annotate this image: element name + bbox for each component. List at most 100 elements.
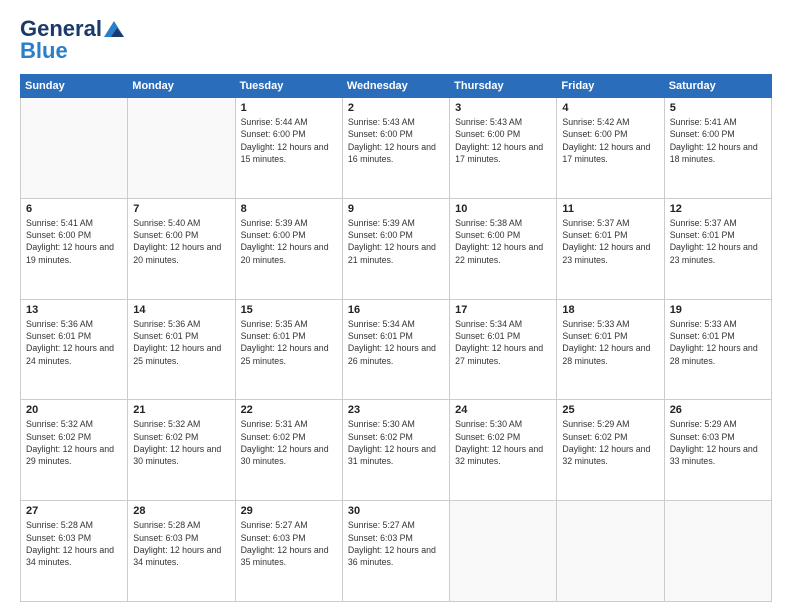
day-info: Sunrise: 5:40 AM Sunset: 6:00 PM Dayligh… [133, 217, 229, 266]
logo-triangle-icon [104, 19, 124, 39]
calendar-cell: 5 Sunrise: 5:41 AM Sunset: 6:00 PM Daylig… [664, 98, 771, 199]
calendar-table: SundayMondayTuesdayWednesdayThursdayFrid… [20, 74, 772, 602]
calendar-cell [664, 501, 771, 602]
logo-blue: Blue [20, 38, 68, 63]
calendar-cell: 25 Sunrise: 5:29 AM Sunset: 6:02 PM Dayli… [557, 400, 664, 501]
calendar-cell: 16Sunrise: 5:34 AM Sunset: 6:01 PM Dayli… [342, 299, 449, 400]
day-number: 7 [133, 203, 229, 215]
day-info: Sunrise: 5:34 AM Sunset: 6:01 PM Dayligh… [455, 318, 551, 367]
day-info: Sunrise: 5:43 AM Sunset: 6:00 PM Dayligh… [455, 116, 551, 165]
calendar-cell [450, 501, 557, 602]
day-number: 20 [26, 404, 122, 416]
calendar-cell: 26 Sunrise: 5:29 AM Sunset: 6:03 PM Dayli… [664, 400, 771, 501]
day-info: Sunrise: 5:43 AM Sunset: 6:00 PM Dayligh… [348, 116, 444, 165]
day-number: 17 [455, 304, 551, 316]
header: General Blue [20, 16, 772, 64]
day-info: Sunrise: 5:37 AM Sunset: 6:01 PM Dayligh… [670, 217, 766, 266]
calendar-cell: 9 Sunrise: 5:39 AM Sunset: 6:00 PM Daylig… [342, 198, 449, 299]
calendar-cell: 22 Sunrise: 5:31 AM Sunset: 6:02 PM Dayli… [235, 400, 342, 501]
day-info: Sunrise: 5:37 AM Sunset: 6:01 PM Dayligh… [562, 217, 658, 266]
calendar-cell: 21 Sunrise: 5:32 AM Sunset: 6:02 PM Dayli… [128, 400, 235, 501]
day-info: Sunrise: 5:32 AM Sunset: 6:02 PM Dayligh… [133, 418, 229, 467]
day-number: 8 [241, 203, 337, 215]
day-number: 27 [26, 505, 122, 517]
day-number: 1 [241, 102, 337, 114]
day-info: Sunrise: 5:31 AM Sunset: 6:02 PM Dayligh… [241, 418, 337, 467]
day-number: 4 [562, 102, 658, 114]
day-number: 13 [26, 304, 122, 316]
calendar-cell: 23 Sunrise: 5:30 AM Sunset: 6:02 PM Dayli… [342, 400, 449, 501]
calendar-cell: 7 Sunrise: 5:40 AM Sunset: 6:00 PM Daylig… [128, 198, 235, 299]
calendar-week-row: 6Sunrise: 5:41 AM Sunset: 6:00 PM Daylig… [21, 198, 772, 299]
calendar-cell: 6Sunrise: 5:41 AM Sunset: 6:00 PM Daylig… [21, 198, 128, 299]
day-number: 5 [670, 102, 766, 114]
day-number: 18 [562, 304, 658, 316]
calendar-cell: 1 Sunrise: 5:44 AM Sunset: 6:00 PM Daylig… [235, 98, 342, 199]
day-info: Sunrise: 5:39 AM Sunset: 6:00 PM Dayligh… [348, 217, 444, 266]
calendar-cell: 8 Sunrise: 5:39 AM Sunset: 6:00 PM Daylig… [235, 198, 342, 299]
weekday-header: Tuesday [235, 75, 342, 98]
calendar-cell: 17 Sunrise: 5:34 AM Sunset: 6:01 PM Dayli… [450, 299, 557, 400]
day-number: 9 [348, 203, 444, 215]
day-info: Sunrise: 5:33 AM Sunset: 6:01 PM Dayligh… [670, 318, 766, 367]
day-number: 29 [241, 505, 337, 517]
day-number: 16 [348, 304, 444, 316]
day-info: Sunrise: 5:33 AM Sunset: 6:01 PM Dayligh… [562, 318, 658, 367]
day-number: 23 [348, 404, 444, 416]
day-number: 14 [133, 304, 229, 316]
calendar-cell: 15Sunrise: 5:35 AM Sunset: 6:01 PM Dayli… [235, 299, 342, 400]
weekday-header: Monday [128, 75, 235, 98]
page: General Blue SundayMondayTuesdayWednesda… [0, 0, 792, 612]
calendar-cell: 11 Sunrise: 5:37 AM Sunset: 6:01 PM Dayli… [557, 198, 664, 299]
day-info: Sunrise: 5:29 AM Sunset: 6:03 PM Dayligh… [670, 418, 766, 467]
day-info: Sunrise: 5:28 AM Sunset: 6:03 PM Dayligh… [133, 519, 229, 568]
day-number: 25 [562, 404, 658, 416]
weekday-header: Sunday [21, 75, 128, 98]
calendar-week-row: 20 Sunrise: 5:32 AM Sunset: 6:02 PM Dayli… [21, 400, 772, 501]
weekday-header-row: SundayMondayTuesdayWednesdayThursdayFrid… [21, 75, 772, 98]
calendar-cell: 3 Sunrise: 5:43 AM Sunset: 6:00 PM Daylig… [450, 98, 557, 199]
day-number: 21 [133, 404, 229, 416]
day-info: Sunrise: 5:38 AM Sunset: 6:00 PM Dayligh… [455, 217, 551, 266]
calendar-cell: 29 Sunrise: 5:27 AM Sunset: 6:03 PM Dayli… [235, 501, 342, 602]
day-info: Sunrise: 5:30 AM Sunset: 6:02 PM Dayligh… [455, 418, 551, 467]
calendar-cell: 10Sunrise: 5:38 AM Sunset: 6:00 PM Dayli… [450, 198, 557, 299]
day-number: 19 [670, 304, 766, 316]
day-info: Sunrise: 5:44 AM Sunset: 6:00 PM Dayligh… [241, 116, 337, 165]
day-info: Sunrise: 5:41 AM Sunset: 6:00 PM Dayligh… [670, 116, 766, 165]
logo: General Blue [20, 16, 126, 64]
calendar-cell: 28Sunrise: 5:28 AM Sunset: 6:03 PM Dayli… [128, 501, 235, 602]
day-info: Sunrise: 5:30 AM Sunset: 6:02 PM Dayligh… [348, 418, 444, 467]
calendar-cell: 20Sunrise: 5:32 AM Sunset: 6:02 PM Dayli… [21, 400, 128, 501]
calendar-cell [128, 98, 235, 199]
calendar-week-row: 1 Sunrise: 5:44 AM Sunset: 6:00 PM Daylig… [21, 98, 772, 199]
calendar-cell [557, 501, 664, 602]
day-info: Sunrise: 5:36 AM Sunset: 6:01 PM Dayligh… [133, 318, 229, 367]
day-number: 30 [348, 505, 444, 517]
day-number: 3 [455, 102, 551, 114]
calendar-week-row: 13 Sunrise: 5:36 AM Sunset: 6:01 PM Dayli… [21, 299, 772, 400]
day-number: 26 [670, 404, 766, 416]
calendar-cell [21, 98, 128, 199]
weekday-header: Saturday [664, 75, 771, 98]
calendar-cell: 27 Sunrise: 5:28 AM Sunset: 6:03 PM Dayli… [21, 501, 128, 602]
weekday-header: Thursday [450, 75, 557, 98]
calendar-week-row: 27 Sunrise: 5:28 AM Sunset: 6:03 PM Dayli… [21, 501, 772, 602]
day-info: Sunrise: 5:35 AM Sunset: 6:01 PM Dayligh… [241, 318, 337, 367]
day-info: Sunrise: 5:28 AM Sunset: 6:03 PM Dayligh… [26, 519, 122, 568]
day-number: 2 [348, 102, 444, 114]
day-info: Sunrise: 5:39 AM Sunset: 6:00 PM Dayligh… [241, 217, 337, 266]
day-info: Sunrise: 5:42 AM Sunset: 6:00 PM Dayligh… [562, 116, 658, 165]
weekday-header: Friday [557, 75, 664, 98]
day-info: Sunrise: 5:27 AM Sunset: 6:03 PM Dayligh… [241, 519, 337, 568]
day-info: Sunrise: 5:29 AM Sunset: 6:02 PM Dayligh… [562, 418, 658, 467]
calendar-cell: 4 Sunrise: 5:42 AM Sunset: 6:00 PM Daylig… [557, 98, 664, 199]
day-info: Sunrise: 5:36 AM Sunset: 6:01 PM Dayligh… [26, 318, 122, 367]
day-number: 11 [562, 203, 658, 215]
calendar-cell: 19 Sunrise: 5:33 AM Sunset: 6:01 PM Dayli… [664, 299, 771, 400]
day-number: 24 [455, 404, 551, 416]
day-number: 12 [670, 203, 766, 215]
calendar-cell: 13 Sunrise: 5:36 AM Sunset: 6:01 PM Dayli… [21, 299, 128, 400]
day-info: Sunrise: 5:27 AM Sunset: 6:03 PM Dayligh… [348, 519, 444, 568]
day-number: 22 [241, 404, 337, 416]
